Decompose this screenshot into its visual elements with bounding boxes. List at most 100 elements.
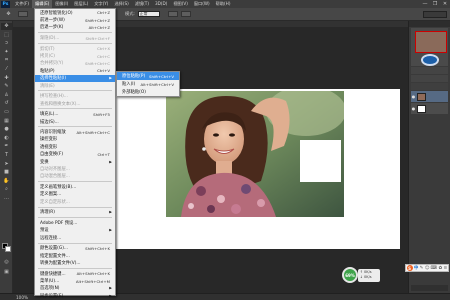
zoom-tool[interactable]: ⌕ [1, 186, 12, 193]
upload-badge-icon[interactable] [421, 54, 439, 66]
edit-menu-item[interactable]: Adobe PDF 预设... [35, 219, 115, 226]
layers-options-row[interactable] [411, 83, 448, 90]
menu-item[interactable]: 选择(S) [111, 0, 131, 8]
move-tool-icon[interactable]: ✥ [3, 11, 14, 18]
edit-menu-item[interactable]: 预设 ▶ [35, 227, 115, 234]
zoom-level[interactable]: 100% [16, 295, 28, 300]
menu-item[interactable]: 文件(F) [12, 0, 32, 8]
quick-mask-icon[interactable]: ◎ [1, 259, 12, 266]
rectangle-tool[interactable]: ■ [1, 169, 12, 176]
pen-tool[interactable]: ✒ [1, 143, 12, 150]
edit-menu-item[interactable]: 指定配置文件... [35, 252, 115, 259]
marquee-tool[interactable]: ⬚ [1, 31, 12, 38]
edit-menu-item[interactable]: 内容识别缩放 Alt+Shift+Ctrl+C [35, 128, 115, 136]
navigator-tabs[interactable] [409, 21, 450, 27]
edit-menu-item[interactable]: 菜单(U)... Alt+Shift+Ctrl+M [35, 277, 115, 285]
edit-menu-item[interactable]: 自由变换(F) Ctrl+T [35, 151, 115, 158]
edit-menu-item[interactable]: 描边(S)... [35, 118, 115, 125]
eye-icon[interactable]: ● [411, 106, 416, 111]
dodge-tool[interactable]: ◐ [1, 134, 12, 141]
ime-skin-icon[interactable]: ✿ [438, 266, 442, 271]
layers-bottom-bar[interactable] [411, 285, 448, 291]
ime-keyboard-icon[interactable]: ⌨ [431, 266, 438, 271]
edit-menu-item[interactable]: 填充(L)... Shift+F5 [35, 110, 115, 118]
menu-item[interactable]: 图层(L) [71, 0, 91, 8]
menu-item[interactable]: 窗口(W) [191, 0, 213, 8]
ime-toolbar: S 中 ✎ ☺ ⌨ ✿ ≡ [405, 264, 449, 272]
panel-header[interactable] [411, 67, 448, 74]
edit-menu-item[interactable]: 透视变形 [35, 143, 115, 150]
white-rectangle-layer[interactable] [300, 140, 341, 182]
path-selection-tool[interactable]: ➤ [1, 160, 12, 167]
blur-tool[interactable]: ● [1, 126, 12, 133]
history-brush-tool[interactable]: ↺ [1, 100, 12, 107]
restore-button[interactable]: ❐ [430, 0, 440, 8]
paste-submenu-item[interactable]: 原位粘贴(P) Shift+Ctrl+V [117, 72, 179, 80]
menu-item-shortcut: Alt+Ctrl+Z [88, 24, 110, 30]
eye-icon[interactable]: ● [411, 94, 416, 99]
edit-menu-item[interactable]: 转换为配置文件(V)... [35, 259, 115, 266]
ime-language-toggle[interactable]: 中 [414, 265, 419, 271]
menu-item[interactable]: 视图(V) [170, 0, 191, 8]
network-speed-widget[interactable]: 69% [342, 267, 358, 283]
menu-item[interactable]: 图像(I) [52, 0, 71, 8]
workspace-switcher[interactable] [423, 10, 447, 18]
paste-submenu-item[interactable]: 外部粘贴(O) [117, 88, 179, 96]
magic-wand-tool[interactable]: ✦ [1, 48, 12, 55]
edit-menu-item[interactable]: 前进一步(W) Shift+Ctrl+Z [35, 16, 115, 24]
edit-menu-item[interactable]: 选择性粘贴(I) ▶ [35, 74, 115, 82]
background-color-swatch[interactable] [5, 246, 11, 252]
edit-menu-item[interactable]: 同步设置(E) ▶ [35, 292, 115, 299]
edit-menu-item[interactable]: 粘贴(P) Ctrl+V [35, 67, 115, 74]
healing-brush-tool[interactable]: ✚ [1, 74, 12, 81]
menu-item-label: 内容识别缩放 [40, 130, 66, 136]
lasso-tool[interactable]: ↄ [1, 40, 12, 47]
mode-select[interactable]: 正常 [137, 11, 160, 17]
ime-emoji-icon[interactable]: ☺ [425, 266, 430, 271]
clone-stamp-tool[interactable]: ♙ [1, 91, 12, 98]
minimize-button[interactable]: — [420, 0, 430, 8]
edit-menu-item[interactable]: 清理(R) ▶ [35, 209, 115, 216]
ime-handwriting-icon[interactable]: ✎ [420, 266, 424, 271]
tool-preset-picker[interactable] [18, 11, 28, 17]
brush-tool[interactable]: ✎ [1, 83, 12, 90]
paste-submenu-item[interactable]: 贴入(I) Alt+Shift+Ctrl+V [117, 80, 179, 88]
close-button[interactable]: ✕ [440, 0, 450, 8]
edit-menu-item[interactable]: 首选项(N) ▶ [35, 285, 115, 292]
gradient-tool[interactable]: ▦ [1, 117, 12, 124]
hand-tool[interactable]: ✋ [1, 177, 12, 184]
type-tool[interactable]: T [1, 152, 12, 159]
eraser-tool[interactable]: ▭ [1, 109, 12, 116]
layer-row[interactable]: ● [411, 103, 448, 114]
edit-menu-item[interactable]: 操控变形 [35, 136, 115, 143]
edit-menu-item[interactable]: 变换 ▶ [35, 158, 115, 165]
crop-tool[interactable]: ⌗ [1, 57, 12, 64]
edit-menu-item[interactable]: 后退一步(K) Alt+Ctrl+Z [35, 24, 115, 31]
sogou-logo-icon[interactable]: S [406, 265, 413, 271]
ime-menu-icon[interactable]: ≡ [443, 266, 447, 271]
submenu-arrow-icon: ▶ [109, 159, 112, 164]
menu-item[interactable]: 文字(Y) [91, 0, 111, 8]
edit-toolbar-icon[interactable]: … [1, 194, 12, 201]
menu-item-shortcut: Shift+Ctrl+K [85, 245, 110, 251]
edit-menu-item[interactable]: 还原智能锐化(O) Ctrl+Z [35, 9, 115, 16]
edit-menu-item[interactable]: 定义图案... [35, 191, 115, 198]
menu-item[interactable]: 滤镜(T) [132, 0, 152, 8]
edit-menu-item[interactable]: 颜色设置(G)... Shift+Ctrl+K [35, 245, 115, 252]
menu-item[interactable]: 3D(D) [152, 0, 170, 8]
move-tool[interactable]: ✥ [1, 22, 12, 30]
mode-label: 模式: [125, 11, 135, 16]
panel-header-2[interactable] [411, 75, 448, 82]
edit-menu-item[interactable]: 远程连接... [35, 234, 115, 241]
edit-menu-item[interactable]: 键盘快捷键... Alt+Shift+Ctrl+K [35, 270, 115, 277]
layer-thumbnail [417, 104, 426, 113]
menu-item[interactable]: 帮助(H) [213, 0, 234, 8]
option-toggle[interactable] [167, 11, 178, 17]
screen-mode-icon[interactable]: ▣ [1, 269, 12, 276]
layer-row[interactable]: ● [411, 91, 448, 102]
navigator-panel[interactable] [411, 28, 448, 66]
menu-item[interactable]: 编辑(E) [32, 0, 53, 8]
option-toggle-2[interactable] [180, 11, 191, 17]
edit-menu-item[interactable]: 定义画笔预设(B)... [35, 183, 115, 190]
eyedropper-tool[interactable]: ⁄ [1, 66, 12, 73]
